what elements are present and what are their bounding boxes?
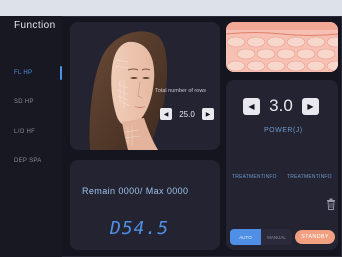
sidebar-item-dep-spa[interactable]: DEP SPA [14,158,42,164]
power-label: POWER(J) [264,127,303,134]
mode-toggle: AUTO MANUAL [230,229,292,245]
triangle-right-icon: ▶ [307,101,314,111]
rows-decrement-button[interactable]: ◀ [160,108,172,120]
power-value: 3.0 [269,96,293,115]
sidebar-selection-indicator [60,66,62,80]
rows-value: 25.0 [179,109,195,119]
treatment-info-right[interactable]: TREATMENTINFO [287,174,332,180]
rows-label: Total number of rows [155,88,207,94]
skin-cross-section-illustration [226,22,338,72]
power-stepper: ◀ 3.0 ▶ [243,96,319,116]
sidebar [0,16,62,257]
shot-counter: D54.5 [110,218,170,239]
sidebar-item-fl-hp[interactable]: FL HP [14,70,32,76]
sidebar-item-sd-hp[interactable]: SD HP [14,99,34,105]
triangle-right-icon: ▶ [205,111,211,118]
face-panel [70,22,220,150]
triangle-left-icon: ◀ [163,111,169,118]
rows-increment-button[interactable]: ▶ [202,108,214,120]
power-increment-button[interactable]: ▶ [302,97,319,115]
triangle-left-icon: ◀ [248,101,255,111]
treatment-info-left[interactable]: TREATMENTINFO [232,174,277,180]
rows-stepper: ◀ 25.0 ▶ [160,108,214,120]
trash-icon[interactable] [326,198,336,210]
standby-button[interactable]: STANDBY [295,230,335,244]
skin-layer-image [226,22,338,72]
sidebar-item-lo-hf[interactable]: L/O HF [14,129,35,135]
face-illustration [89,31,168,150]
sidebar-title: Function [14,20,56,31]
manual-mode-button[interactable]: MANUAL [261,229,292,245]
power-decrement-button[interactable]: ◀ [243,97,260,115]
remain-text: Remain 0000/ Max 0000 [82,186,189,196]
auto-mode-button[interactable]: AUTO [230,229,261,245]
